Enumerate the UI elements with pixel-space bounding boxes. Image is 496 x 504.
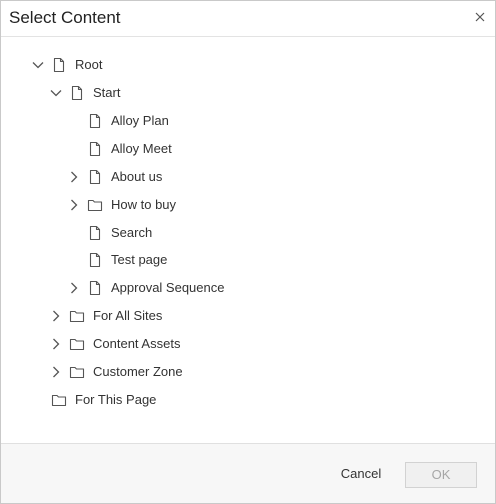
chevron-right-icon[interactable] [67, 170, 81, 184]
chevron-right-icon[interactable] [67, 198, 81, 212]
tree-node-label: Search [111, 225, 153, 240]
close-icon [475, 12, 485, 22]
chevron-right-icon[interactable] [67, 281, 81, 295]
chevron-right-icon[interactable] [49, 365, 63, 379]
close-button[interactable] [472, 9, 488, 25]
tree-node-label: For This Page [75, 392, 157, 407]
tree-node-label: Customer Zone [93, 364, 183, 379]
dialog-title: Select Content [9, 8, 121, 27]
page-icon [53, 57, 65, 73]
tree-node-label: About us [111, 169, 163, 184]
tree-node-root[interactable]: Root [1, 51, 495, 79]
tree-node-for-all-sites[interactable]: For All Sites [1, 302, 495, 330]
page-icon [89, 169, 101, 185]
folder-icon [51, 394, 67, 407]
tree-node-for-this-page[interactable]: For This Page [1, 386, 495, 414]
page-icon [71, 85, 83, 101]
tree-node-test-page[interactable]: Test page [1, 246, 495, 274]
tree-node-label: Content Assets [93, 336, 181, 351]
folder-icon [69, 366, 85, 379]
page-icon [89, 280, 101, 296]
tree-node-label: How to buy [111, 197, 177, 212]
chevron-down-icon[interactable] [49, 86, 63, 100]
tree-node-label: Alloy Meet [111, 141, 172, 156]
chevron-right-icon[interactable] [49, 337, 63, 351]
tree-node-content-assets[interactable]: Content Assets [1, 330, 495, 358]
tree-node-label: Root [75, 57, 103, 72]
page-icon [89, 141, 101, 157]
ok-button[interactable]: OK [405, 462, 477, 488]
chevron-right-icon[interactable] [49, 309, 63, 323]
tree-node-about-us[interactable]: About us [1, 163, 495, 191]
page-icon [89, 252, 101, 268]
tree-node-search[interactable]: Search [1, 219, 495, 247]
tree-node-approval-sequence[interactable]: Approval Sequence [1, 274, 495, 302]
tree-node-label: For All Sites [93, 308, 163, 323]
chevron-down-icon[interactable] [31, 58, 45, 72]
cancel-button[interactable]: Cancel [331, 462, 391, 486]
folder-icon [87, 199, 103, 212]
dialog-footer: Cancel OK [1, 443, 495, 503]
tree-node-alloy-plan[interactable]: Alloy Plan [1, 107, 495, 135]
tree-node-label: Start [93, 85, 121, 100]
page-icon [89, 113, 101, 129]
folder-icon [69, 310, 85, 323]
tree-node-how-to-buy[interactable]: How to buy [1, 191, 495, 219]
dialog-header: Select Content [1, 1, 495, 37]
page-icon [89, 225, 101, 241]
tree-node-start[interactable]: Start [1, 79, 495, 107]
tree-node-label: Approval Sequence [111, 280, 225, 295]
tree-node-label: Alloy Plan [111, 113, 169, 128]
folder-icon [69, 338, 85, 351]
tree-node-alloy-meet[interactable]: Alloy Meet [1, 135, 495, 163]
select-content-dialog: Select Content Root Start Alloy Plan All… [0, 0, 496, 504]
tree-node-label: Test page [111, 252, 168, 267]
tree-node-customer-zone[interactable]: Customer Zone [1, 358, 495, 386]
